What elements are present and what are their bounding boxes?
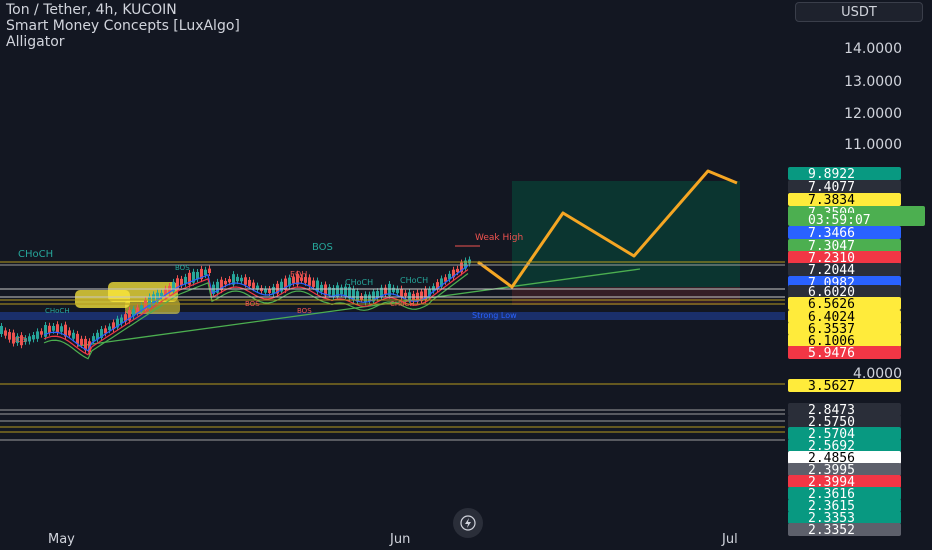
price-tag-label: 5.9476: [808, 346, 855, 361]
candle: [240, 277, 243, 282]
price-chart[interactable]: CHoCH BOS Weak High EQH CHoCH CHoCH BOS BOS CHoC…: [0, 0, 932, 550]
currency-button[interactable]: USDT: [795, 2, 923, 22]
candle: [340, 287, 343, 295]
candle: [68, 330, 71, 336]
candle: [236, 276, 239, 282]
y-tick-label: 14.0000: [844, 41, 902, 57]
indicator-alligator[interactable]: Alligator: [6, 34, 65, 50]
candle: [48, 325, 51, 333]
smc-label: BOS: [297, 307, 312, 315]
candle: [36, 331, 39, 339]
lightning-icon: [460, 515, 476, 531]
candle: [160, 292, 163, 297]
candle: [52, 325, 55, 331]
candle: [308, 277, 311, 286]
candle: [244, 277, 247, 285]
candle: [72, 332, 75, 339]
x-axis-label-may: May: [48, 532, 75, 547]
x-axis-label-jul: Jul: [722, 532, 738, 547]
smc-label: CHoCH: [345, 278, 373, 287]
symbol-title[interactable]: Ton / Tether, 4h, KUCOIN: [6, 2, 177, 18]
candle: [400, 288, 403, 297]
candle: [320, 284, 323, 292]
highlight-box: [108, 282, 178, 302]
y-tick-label: 11.0000: [844, 137, 902, 153]
candle: [312, 280, 315, 287]
candle: [328, 287, 331, 295]
price-tag-label: 3.5627: [808, 379, 855, 394]
smc-label: CHoCH: [390, 300, 415, 308]
stop-zone: [512, 287, 740, 305]
smc-label: BOS: [12, 336, 27, 344]
candle: [208, 268, 211, 273]
candle: [408, 292, 411, 300]
candle: [28, 336, 31, 342]
candle: [56, 324, 59, 333]
smc-label: CHoCH: [45, 307, 70, 315]
candle: [0, 325, 3, 335]
smc-label: EQH: [290, 270, 307, 279]
flash-button[interactable]: [453, 508, 483, 538]
candle: [108, 326, 111, 331]
candle: [4, 330, 7, 336]
y-tick-label: 13.0000: [844, 74, 902, 90]
candle: [32, 335, 35, 340]
candle: [456, 268, 459, 273]
candle: [392, 287, 395, 293]
candle: [344, 286, 347, 297]
smc-label: CHoCH: [400, 276, 428, 285]
candle: [204, 269, 207, 276]
candle: [76, 333, 79, 344]
smc-label: BOS: [175, 264, 190, 272]
candle: [80, 338, 83, 345]
candle: [224, 280, 227, 285]
candle: [60, 326, 63, 332]
candle: [364, 294, 367, 303]
y-tick-label: 12.0000: [844, 106, 902, 122]
candle: [404, 292, 407, 297]
smc-label: Weak High: [475, 233, 523, 243]
smc-label: BOS: [245, 300, 260, 308]
candle: [268, 288, 271, 293]
price-tag-label: 2.3352: [808, 523, 855, 538]
smc-label: BOS: [312, 242, 333, 253]
candle: [228, 279, 231, 283]
smc-label: CHoCH: [18, 249, 53, 260]
indicator-smc[interactable]: Smart Money Concepts [LuxAlgo]: [6, 18, 240, 34]
candle: [248, 279, 251, 287]
candle: [40, 331, 43, 335]
x-axis-label-jun: Jun: [390, 532, 411, 547]
candle: [140, 305, 143, 310]
candle: [8, 332, 11, 340]
candle: [252, 282, 255, 289]
candle: [180, 278, 183, 286]
candle: [272, 286, 275, 294]
smc-label: Strong Low: [472, 311, 517, 320]
